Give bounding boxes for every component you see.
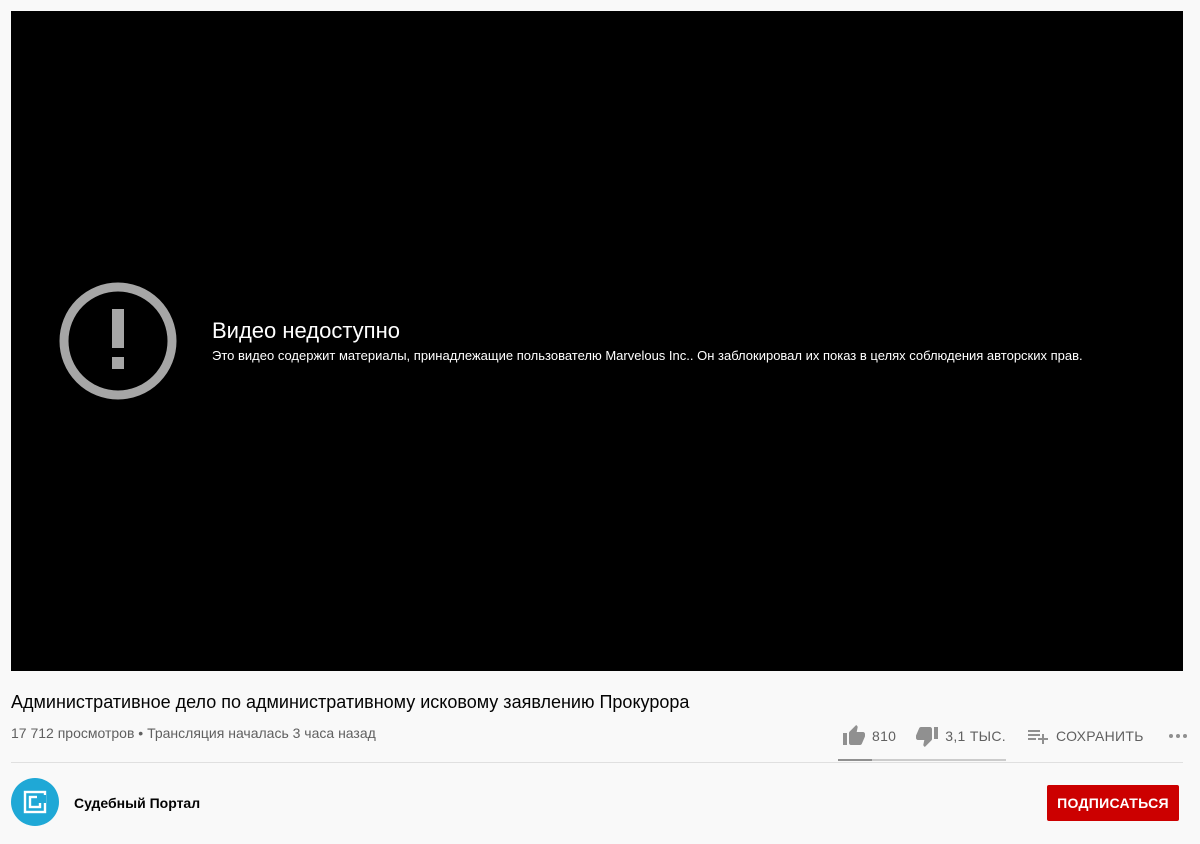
dislike-button[interactable]: 3,1 ТЫС. <box>915 718 1006 754</box>
thumb-up-icon <box>843 725 865 745</box>
like-count: 810 <box>872 728 897 744</box>
like-button[interactable]: 810 <box>842 718 896 754</box>
video-player[interactable]: Видео недоступно Это видео содержит мате… <box>11 11 1183 671</box>
channel-name[interactable]: Судебный Портал <box>74 794 200 812</box>
channel-avatar[interactable] <box>11 778 59 826</box>
subscribe-button[interactable]: ПОДПИСАТЬСЯ <box>1047 785 1179 821</box>
playlist-add-icon <box>1027 730 1048 744</box>
save-button[interactable]: СОХРАНИТЬ <box>1026 718 1144 754</box>
channel-logo-icon <box>23 790 47 814</box>
dislike-count: 3,1 ТЫС. <box>945 728 1006 744</box>
video-meta: 17 712 просмотров • Трансляция началась … <box>11 724 376 742</box>
save-label: СОХРАНИТЬ <box>1055 728 1144 744</box>
video-title: Административное дело по административно… <box>11 692 690 712</box>
video-actions: 810 3,1 ТЫС. СОХРАНИТЬ <box>838 718 1190 754</box>
alert-circle-icon <box>59 282 177 400</box>
view-count: 17 712 просмотров <box>11 725 135 741</box>
sentiment-bar-likes <box>838 759 872 761</box>
divider <box>11 762 1183 763</box>
more-actions-button[interactable] <box>1166 718 1190 754</box>
stream-status: Трансляция началась 3 часа назад <box>147 725 376 741</box>
error-title: Видео недоступно <box>212 318 400 343</box>
sentiment-bar <box>838 759 1006 761</box>
meta-separator: • <box>138 725 144 741</box>
error-message: Это видео содержит материалы, принадлежа… <box>212 348 1083 363</box>
thumb-down-icon <box>916 727 939 747</box>
more-horiz-icon <box>1168 734 1187 738</box>
